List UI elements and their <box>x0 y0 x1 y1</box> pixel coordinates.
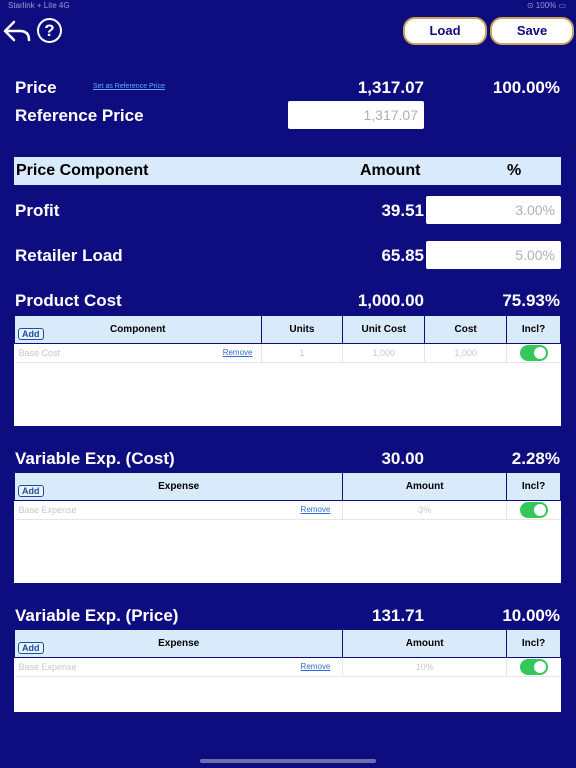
variable-exp-price-label: Variable Exp. (Price) <box>15 606 179 625</box>
back-arrow-icon[interactable] <box>2 16 32 46</box>
incl-column-header: Incl? <box>506 472 561 501</box>
profit-percent-input[interactable]: 3.00% <box>426 196 561 224</box>
expense-name-input[interactable]: Base Expense <box>19 662 77 672</box>
variable-exp-price-percent: 10.00% <box>502 606 560 625</box>
cost-column-header: Cost <box>424 315 508 344</box>
expense-amount-input[interactable]: 3% <box>342 500 508 520</box>
price-amount: 1,317.07 <box>357 78 424 97</box>
table-row: Base Cost Remove 1 1,000 1,000 <box>14 343 561 363</box>
component-column-header: Add Component <box>14 315 262 344</box>
expense-column-header: Add Expense <box>13 472 344 501</box>
component-name-input[interactable]: Base Cost <box>19 348 61 358</box>
variable-exp-cost-percent: 2.28% <box>511 449 560 468</box>
product-cost-label: Product Cost <box>15 291 122 310</box>
profit-amount: 39.51 <box>381 201 424 220</box>
percent-column-title: % <box>507 162 522 179</box>
variable-exp-price-table: Add Expense Amount Incl? Base Expense Re… <box>13 629 561 677</box>
save-button[interactable]: Save <box>490 17 574 45</box>
table-row: Base Expense Remove 3% <box>14 500 561 520</box>
expense-name-input[interactable]: Base Expense <box>19 505 77 515</box>
retailer-load-amount: 65.85 <box>381 246 424 265</box>
profit-label: Profit <box>15 201 60 220</box>
variable-exp-cost-amount: 30.00 <box>381 449 424 468</box>
incl-column-header: Incl? <box>506 315 561 344</box>
variable-exp-cost-table: Add Expense Amount Incl? Base Expense Re… <box>13 472 561 520</box>
help-icon[interactable]: ? <box>37 18 62 43</box>
set-reference-link[interactable]: Set as Reference Price <box>93 83 165 90</box>
price-percent: 100.00% <box>492 78 560 97</box>
price-component-header: Price Component Amount % <box>14 157 561 185</box>
cost-value: 1,000 <box>424 343 508 363</box>
expense-column-header: Add Expense <box>13 629 344 658</box>
load-button[interactable]: Load <box>403 17 487 45</box>
variable-exp-price-amount: 131.71 <box>372 606 424 625</box>
price-component-title: Price Component <box>16 162 149 179</box>
remove-expense-link[interactable]: Remove <box>301 662 331 671</box>
amount-column-header: Amount <box>342 472 508 501</box>
reference-price-label: Reference Price <box>15 106 144 125</box>
add-expense-button[interactable]: Add <box>18 642 44 654</box>
table-row: Base Expense Remove 10% <box>14 657 561 677</box>
home-indicator[interactable] <box>200 759 376 763</box>
remove-expense-link[interactable]: Remove <box>301 505 331 514</box>
status-battery: ⊙ 100% ▭ <box>526 1 566 10</box>
product-cost-percent: 75.93% <box>502 291 560 310</box>
product-cost-amount: 1,000.00 <box>357 291 424 310</box>
unit-cost-input[interactable]: 1,000 <box>342 343 426 363</box>
amount-column-header: Amount <box>342 629 508 658</box>
add-component-button[interactable]: Add <box>18 328 44 340</box>
status-carrier: Starlink + Lite 4G <box>8 1 70 10</box>
retailer-load-percent-input[interactable]: 5.00% <box>426 241 561 269</box>
units-column-header: Units <box>260 315 344 344</box>
remove-component-link[interactable]: Remove <box>223 348 253 357</box>
include-toggle[interactable] <box>519 502 548 518</box>
variable-exp-cost-label: Variable Exp. (Cost) <box>15 449 175 468</box>
product-cost-table: Add Component Units Unit Cost Cost Incl?… <box>14 315 561 363</box>
retailer-load-label: Retailer Load <box>15 246 123 265</box>
include-toggle[interactable] <box>519 345 548 361</box>
amount-column-title: Amount <box>360 162 421 179</box>
include-toggle[interactable] <box>519 659 548 675</box>
units-input[interactable]: 1 <box>261 343 344 363</box>
incl-column-header: Incl? <box>506 629 561 658</box>
expense-amount-input[interactable]: 10% <box>342 657 508 677</box>
price-label: Price <box>15 78 57 97</box>
unit-cost-column-header: Unit Cost <box>342 315 426 344</box>
add-expense-button[interactable]: Add <box>18 485 44 497</box>
reference-price-input[interactable]: 1,317.07 <box>288 101 424 129</box>
